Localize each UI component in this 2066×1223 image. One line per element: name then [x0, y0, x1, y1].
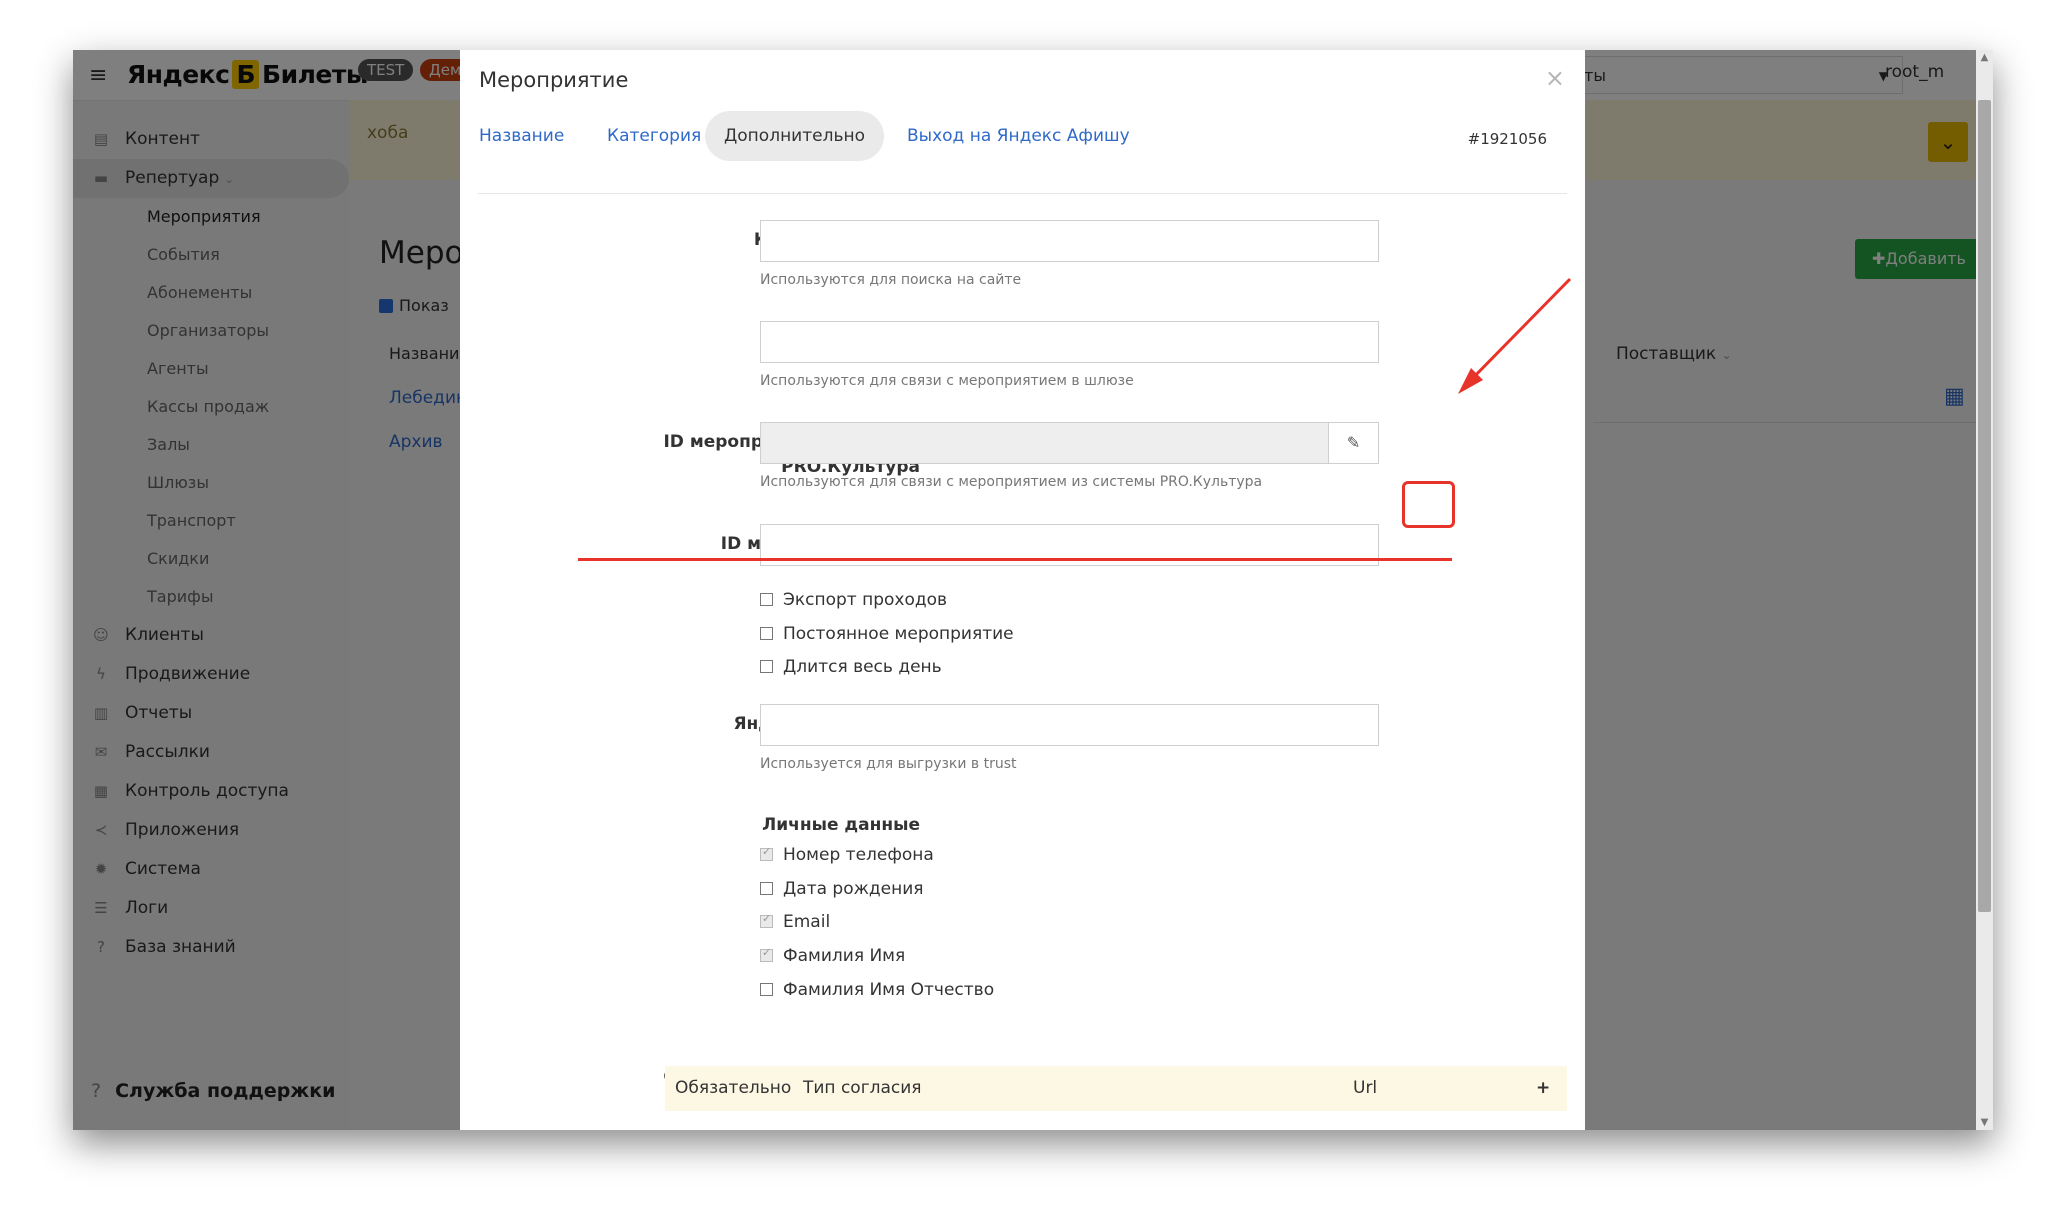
screenshot-frame: ▤Контент ▬Репертуар ⌄ Мероприятия Событи…: [73, 50, 1993, 1130]
annotation-arrow: [1458, 277, 1572, 394]
annotation-arrow-shaft: [1463, 277, 1572, 388]
